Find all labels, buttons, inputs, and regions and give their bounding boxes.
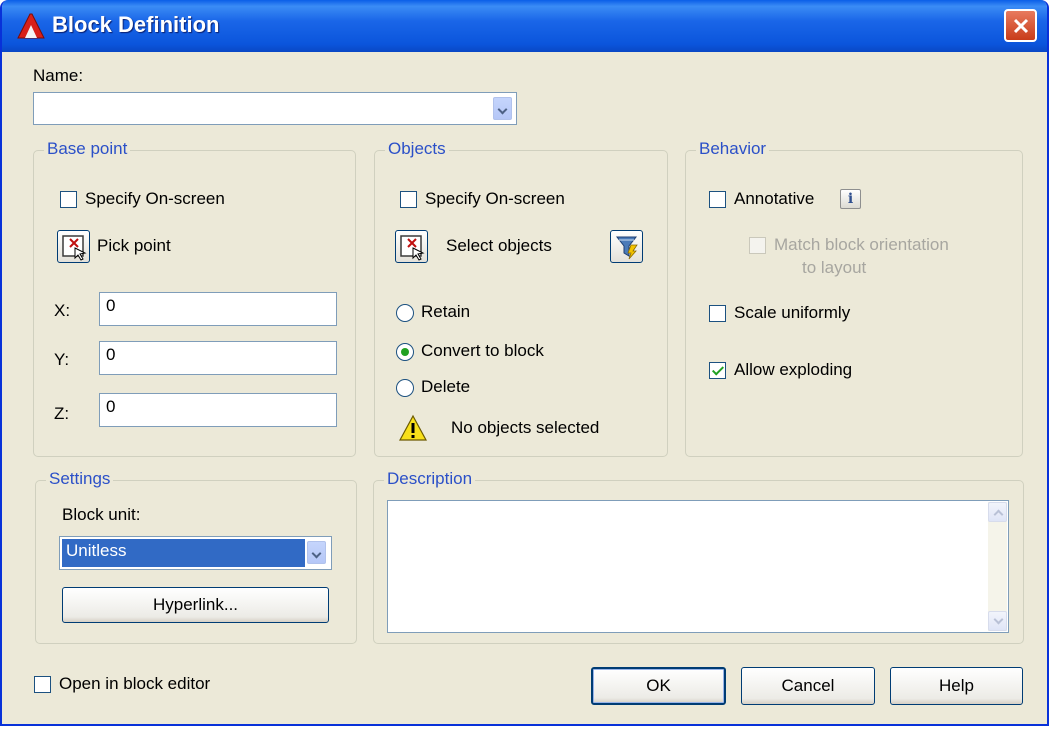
delete-radio[interactable] (396, 379, 414, 397)
match-orientation-label-line1: Match block orientation (774, 235, 949, 254)
pick-point-icon (62, 235, 87, 261)
quick-select-button[interactable] (610, 230, 643, 263)
name-label: Name: (33, 66, 84, 85)
objects-specify-onscreen-label: Specify On-screen (425, 189, 565, 208)
pick-point-button[interactable] (57, 230, 90, 263)
hyperlink-button[interactable]: Hyperlink... (62, 587, 329, 623)
y-coordinate-input[interactable]: 0 (99, 341, 337, 375)
description-group-title: Description (384, 469, 476, 489)
block-unit-select[interactable]: Unitless (59, 536, 332, 570)
block-unit-label: Block unit: (62, 505, 141, 524)
annotative-label: Annotative (734, 189, 815, 208)
convert-to-block-radio[interactable] (396, 343, 414, 361)
base-point-group-title: Base point (44, 139, 131, 159)
select-objects-label: Select objects (446, 236, 552, 255)
description-scrollbar[interactable] (988, 502, 1007, 631)
objects-specify-onscreen-checkbox[interactable] (400, 191, 417, 208)
scale-uniformly-label: Scale uniformly (734, 303, 851, 322)
open-in-block-editor-label: Open in block editor (59, 674, 211, 693)
z-coordinate-input[interactable]: 0 (99, 393, 337, 427)
title-bar[interactable]: Block Definition (2, 0, 1047, 52)
name-combobox[interactable] (33, 92, 517, 125)
base-point-specify-onscreen-checkbox[interactable] (60, 191, 77, 208)
allow-exploding-label: Allow exploding (734, 360, 853, 379)
pick-point-label: Pick point (97, 236, 171, 255)
annotative-checkbox[interactable] (709, 191, 726, 208)
y-label: Y: (54, 350, 70, 369)
autocad-app-icon (16, 12, 46, 40)
open-in-block-editor-checkbox[interactable] (34, 676, 51, 693)
block-unit-dropdown-arrow[interactable] (307, 541, 326, 564)
scale-uniformly-checkbox[interactable] (709, 305, 726, 322)
allow-exploding-checkbox[interactable] (709, 362, 726, 379)
block-definition-dialog: Block Definition Name: Base point Specif… (0, 0, 1049, 726)
ok-button[interactable]: OK (591, 667, 726, 705)
close-button[interactable] (1004, 9, 1037, 42)
retain-radio[interactable] (396, 304, 414, 322)
objects-status-text: No objects selected (451, 418, 600, 437)
base-point-specify-onscreen-label: Specify On-screen (85, 189, 225, 208)
z-value: 0 (106, 397, 116, 416)
dialog-title: Block Definition (52, 12, 220, 37)
description-textarea[interactable] (387, 500, 1009, 633)
help-button[interactable]: Help (890, 667, 1023, 705)
scroll-up-button[interactable] (988, 502, 1007, 522)
convert-to-block-label: Convert to block (421, 341, 544, 360)
retain-label: Retain (421, 302, 471, 321)
select-objects-button[interactable] (395, 230, 428, 263)
behavior-group-title: Behavior (696, 139, 770, 159)
cancel-button[interactable]: Cancel (741, 667, 875, 705)
objects-group-title: Objects (385, 139, 449, 159)
delete-label: Delete (421, 377, 471, 396)
name-dropdown-arrow[interactable] (493, 97, 512, 120)
warning-icon (398, 414, 428, 447)
settings-group-title: Settings (46, 469, 114, 489)
match-orientation-checkbox[interactable] (749, 237, 766, 254)
x-label: X: (54, 301, 71, 320)
select-objects-icon (400, 235, 425, 261)
x-coordinate-input[interactable]: 0 (99, 292, 337, 326)
info-icon[interactable]: i (840, 189, 861, 209)
scroll-down-button[interactable] (988, 611, 1007, 631)
close-icon (1013, 18, 1029, 34)
z-label: Z: (54, 404, 70, 423)
y-value: 0 (106, 345, 116, 364)
quick-select-filter-icon (615, 236, 638, 260)
match-orientation-label-line2: to layout (802, 258, 867, 277)
x-value: 0 (106, 296, 116, 315)
block-unit-value: Unitless (62, 539, 305, 567)
